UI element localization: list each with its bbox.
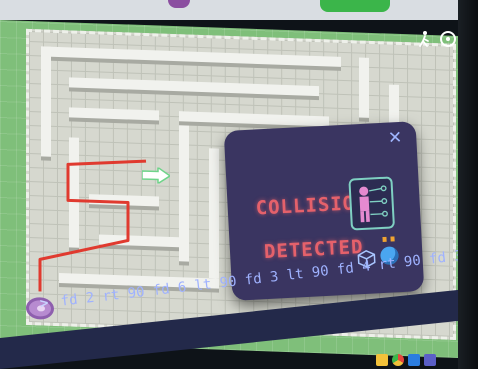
detected-title: DETECTED	[263, 235, 365, 264]
view-controls	[416, 30, 456, 48]
scanner-icon	[348, 176, 396, 231]
screen-bezel	[458, 0, 478, 369]
target-icon[interactable]	[440, 31, 456, 47]
taskbar	[376, 350, 462, 369]
walker-icon[interactable]	[416, 30, 434, 48]
top-purple-button[interactable]	[168, 0, 190, 8]
store-icon[interactable]	[408, 353, 420, 366]
close-icon[interactable]: ✕	[388, 128, 403, 149]
top-run-button[interactable]	[320, 0, 390, 12]
command-prompt: >	[39, 295, 50, 312]
teams-icon[interactable]	[424, 353, 436, 366]
screen: ✕ COLLISION DETECTED > fd 2 rt 90 fd 6 l…	[0, 0, 478, 369]
browser-top-strip	[0, 0, 478, 20]
folder-icon[interactable]	[376, 353, 388, 366]
chrome-icon[interactable]	[392, 353, 404, 366]
robot-antenna-icon	[382, 236, 395, 242]
robot-arrow-icon	[142, 166, 170, 184]
